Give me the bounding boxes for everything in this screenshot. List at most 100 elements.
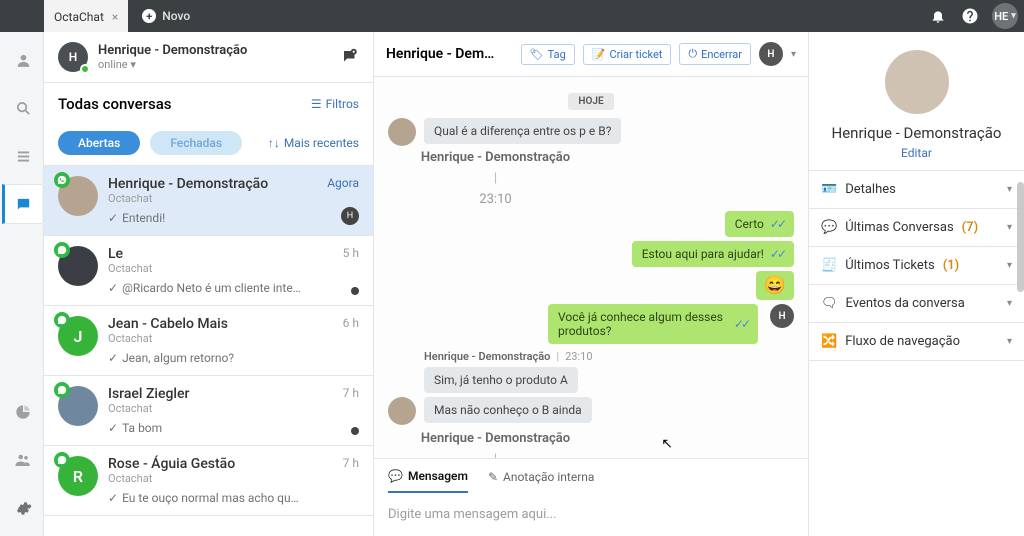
- section-nav-flow[interactable]: 🔀 Fluxo de navegação ▾: [809, 323, 1024, 361]
- conversation-scroll[interactable]: Henrique - Demonstração Octachat ✓Entend…: [44, 166, 373, 536]
- contact-large-avatar: [885, 50, 949, 114]
- chat-title: Henrique - Dem…: [386, 46, 494, 62]
- user-avatar-top[interactable]: HE ▾: [992, 3, 1018, 29]
- message-preview: ✓Jean, algum retorno?: [108, 351, 333, 365]
- contact-name: Israel Ziegler: [108, 386, 333, 402]
- conversation-item[interactable]: J Jean - Cabelo Mais Octachat ✓Jean, alg…: [44, 306, 373, 376]
- chat-icon: 💬: [821, 220, 837, 235]
- composer-tab-note[interactable]: ✎Anotação interna: [488, 469, 595, 493]
- contact-avatar: [58, 176, 98, 216]
- contact-profile-name: Henrique - Demonstração: [832, 124, 1002, 142]
- tag-icon: 🏷: [530, 48, 544, 61]
- current-user-row: H Henrique - Demonstração online ▾: [44, 32, 373, 83]
- compose-icon[interactable]: [341, 48, 359, 66]
- whatsapp-icon: [54, 382, 70, 398]
- contact-side-panel: Henrique - Demonstração Editar 🪪 Detalhe…: [809, 32, 1024, 536]
- contact-name: Le: [108, 246, 333, 262]
- composer-tab-message[interactable]: 💬Mensagem: [388, 469, 468, 493]
- chevron-down-icon: ▾: [1007, 298, 1012, 309]
- chat-icon: 💬: [388, 469, 403, 483]
- status-dot: [351, 427, 359, 435]
- rail-settings-icon[interactable]: [2, 488, 42, 528]
- conversation-item[interactable]: R Rose - Águia Gestão Octachat ✓Eu te ou…: [44, 446, 373, 516]
- sort-icon: ↑↓: [268, 136, 280, 150]
- power-icon: ⏻: [688, 47, 697, 61]
- sender-label: Henrique - Demonstração|23:10: [388, 431, 603, 458]
- contact-avatar-small: [388, 397, 416, 425]
- sender-label: Henrique - Demonstração|23:10: [388, 150, 603, 207]
- chat-panel: Henrique - Dem… 🏷Tag 📝Criar ticket ⏻Ence…: [374, 32, 809, 536]
- contact-channel: Octachat: [108, 262, 333, 275]
- section-events[interactable]: 🗨 Eventos da conversa ▾: [809, 285, 1024, 323]
- close-chat-button[interactable]: ⏻Encerrar: [679, 43, 751, 65]
- current-user-name: Henrique - Demonstração: [98, 43, 331, 58]
- app-tab[interactable]: OctaChat ×: [44, 0, 128, 32]
- message-preview: ✓Eu te ouço normal mas acho qu…: [108, 491, 333, 505]
- chevron-down-icon: ▾: [1007, 184, 1012, 195]
- close-icon[interactable]: ×: [112, 10, 118, 24]
- nav-rail: [0, 32, 44, 536]
- chevron-down-icon: ▾: [130, 58, 136, 71]
- rail-team-icon[interactable]: [2, 440, 42, 480]
- sort-button[interactable]: ↑↓ Mais recentes: [268, 136, 359, 150]
- count-badge: (7): [962, 220, 979, 235]
- message-in: Mas não conheço o B ainda: [424, 397, 592, 423]
- conversation-time: 7 h: [343, 456, 359, 505]
- comment-icon: 🗨: [821, 296, 838, 311]
- ticket-icon: 📝: [592, 48, 606, 61]
- contact-name: Henrique - Demonstração: [108, 176, 317, 192]
- messages-scroll[interactable]: HOJE Qual é a diferença entre os p e B? …: [374, 77, 808, 458]
- agent-avatar[interactable]: H: [759, 42, 783, 66]
- whatsapp-icon: [54, 312, 70, 328]
- filter-icon: ☰: [311, 97, 322, 111]
- rail-search-icon[interactable]: [2, 88, 42, 128]
- message-input[interactable]: Digite uma mensagem aqui...: [374, 493, 808, 536]
- tab-open[interactable]: Abertas: [58, 131, 140, 155]
- status-dot: [351, 287, 359, 295]
- bell-icon[interactable]: [922, 8, 954, 24]
- create-ticket-button[interactable]: 📝Criar ticket: [583, 44, 672, 65]
- section-last-conversations[interactable]: 💬 Últimas Conversas (7) ▾: [809, 209, 1024, 247]
- conversation-item[interactable]: Israel Ziegler Octachat ✓Ta bom 7 h: [44, 376, 373, 446]
- whatsapp-icon: [54, 452, 70, 468]
- scrollbar[interactable]: [1017, 182, 1024, 292]
- whatsapp-icon: [54, 242, 70, 258]
- new-button[interactable]: + Novo: [128, 9, 204, 23]
- share-icon: 🔀: [821, 334, 837, 349]
- rail-reports-icon[interactable]: [2, 392, 42, 432]
- message-preview: ✓@Ricardo Neto é um cliente inte…: [108, 281, 333, 295]
- conversation-item[interactable]: Henrique - Demonstração Octachat ✓Entend…: [44, 166, 373, 236]
- agent-badge: H: [341, 207, 359, 225]
- help-icon[interactable]: [954, 7, 986, 25]
- sender-label: Henrique - Demonstração|23:10: [424, 350, 794, 363]
- conversation-item[interactable]: Le Octachat ✓@Ricardo Neto é um cliente …: [44, 236, 373, 306]
- tab-closed[interactable]: Fechadas: [150, 131, 242, 155]
- id-card-icon: 🪪: [821, 182, 837, 197]
- app-tab-label: OctaChat: [54, 10, 104, 24]
- edit-contact-link[interactable]: Editar: [901, 146, 932, 160]
- check-icon: ✓: [108, 281, 118, 295]
- count-badge: (1): [943, 258, 960, 273]
- section-details[interactable]: 🪪 Detalhes ▾: [809, 171, 1024, 209]
- message-in: Sim, já tenho o produto A: [424, 367, 578, 393]
- rail-profile-icon[interactable]: [2, 40, 42, 80]
- message-out: Certo✓✓: [725, 211, 794, 237]
- note-icon: ✎: [488, 470, 498, 484]
- rail-list-icon[interactable]: [2, 136, 42, 176]
- read-ticks-icon: ✓✓: [734, 317, 748, 331]
- tag-button[interactable]: 🏷Tag: [521, 44, 575, 65]
- chevron-down-icon[interactable]: ▾: [791, 49, 796, 60]
- contact-channel: Octachat: [108, 402, 333, 415]
- message-out: 😄: [756, 271, 794, 300]
- chevron-down-icon: ▾: [1007, 260, 1012, 271]
- current-user-avatar[interactable]: H: [58, 42, 88, 72]
- topbar: OctaChat × + Novo HE ▾: [0, 0, 1024, 32]
- conversation-list-panel: H Henrique - Demonstração online ▾ Todas…: [44, 32, 374, 536]
- contact-avatar-small: [388, 118, 416, 146]
- message-in: Qual é a diferença entre os p e B?: [424, 118, 621, 144]
- section-last-tickets[interactable]: 🧾 Últimos Tickets (1) ▾: [809, 247, 1024, 285]
- filters-button[interactable]: ☰ Filtros: [311, 97, 359, 111]
- check-icon: ✓: [108, 421, 118, 435]
- rail-chat-icon[interactable]: [2, 184, 42, 224]
- current-user-status[interactable]: online ▾: [98, 58, 331, 71]
